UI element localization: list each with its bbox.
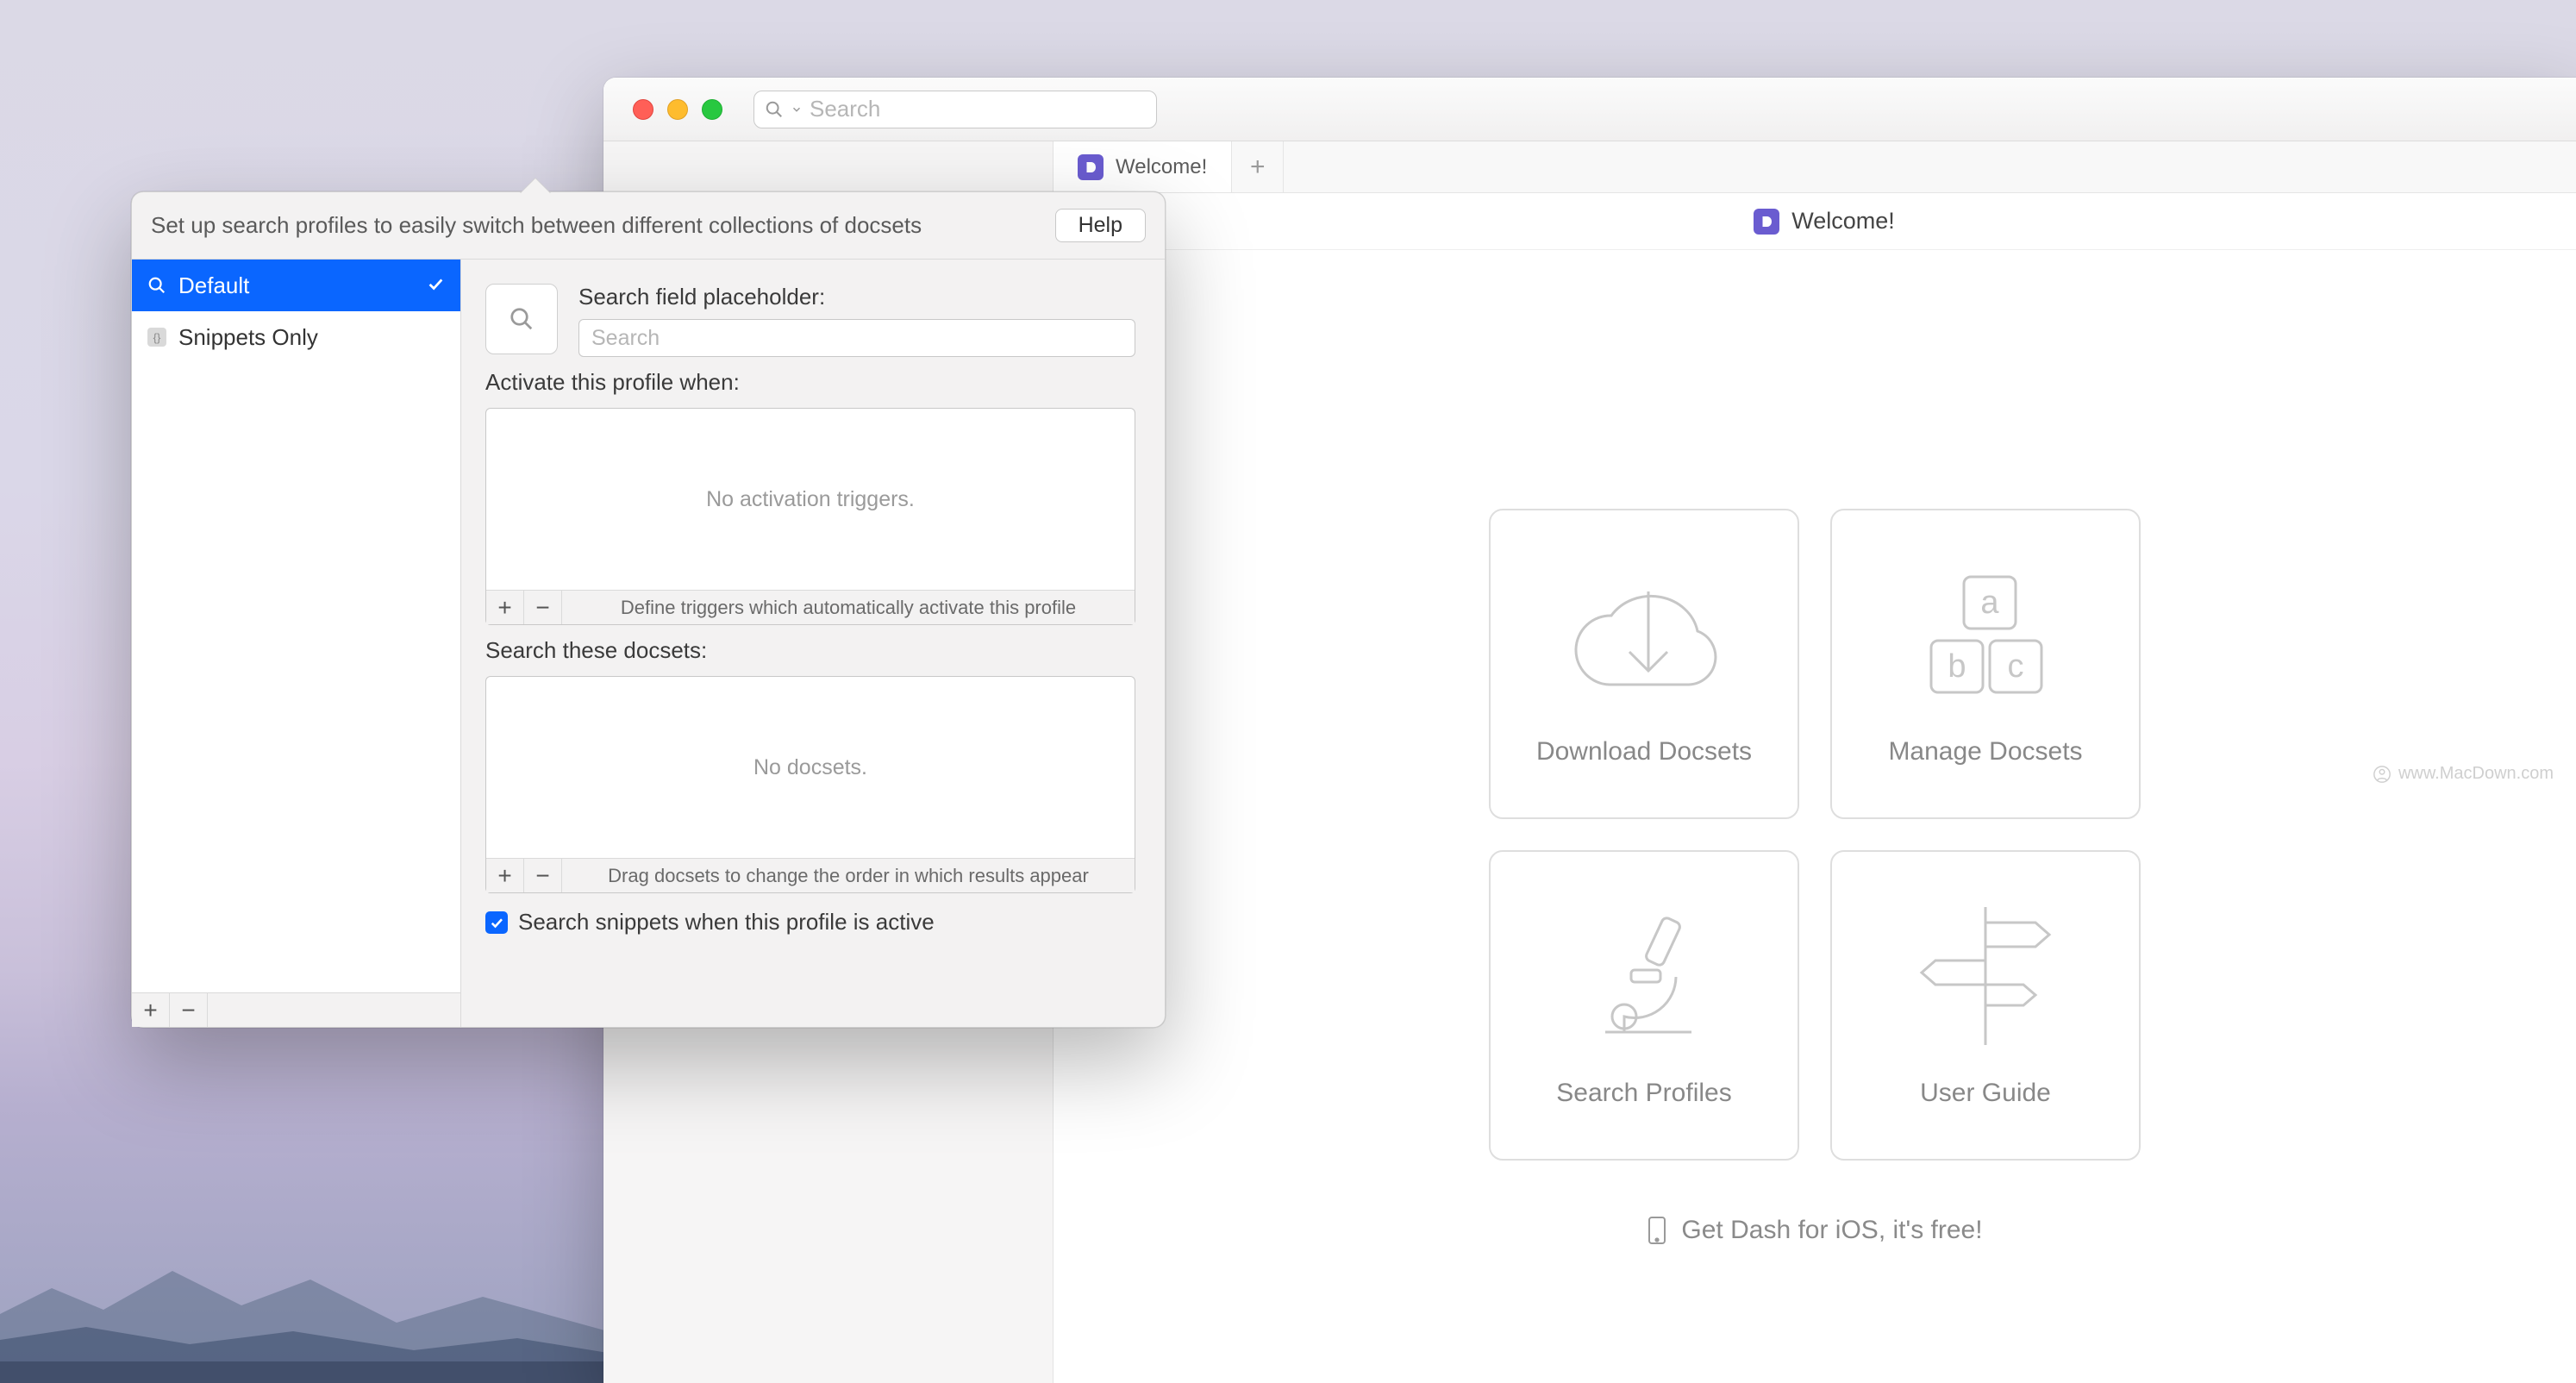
popover-description: Set up search profiles to easily switch … (151, 212, 922, 239)
nav-row: Welcome! (1054, 193, 2576, 250)
card-search-profiles[interactable]: Search Profiles (1489, 850, 1799, 1161)
profile-item-default[interactable]: Default (132, 260, 460, 311)
docsets-list: No docsets. + − Drag docsets to change t… (485, 676, 1135, 893)
profile-list: Default {} Snippets Only + − (132, 260, 461, 1027)
card-manage-docsets[interactable]: a b c Manage Docsets (1830, 509, 2141, 819)
profile-item-label: Default (178, 272, 249, 299)
profile-item-snippets[interactable]: {} Snippets Only (132, 311, 460, 363)
card-label: Download Docsets (1536, 737, 1752, 767)
tab-bar: Welcome! + (1054, 141, 2576, 193)
welcome-cards-grid: Download Docsets a b c (1489, 509, 2141, 1245)
page-title-text: Welcome! (1791, 208, 1895, 235)
microscope-icon (1571, 903, 1717, 1049)
profile-list-footer: + − (132, 992, 460, 1027)
activation-triggers-list: No activation triggers. + − Define trigg… (485, 408, 1135, 625)
new-tab-button[interactable]: + (1232, 141, 1284, 192)
dash-app-icon (1078, 154, 1104, 180)
add-profile-button[interactable]: + (132, 993, 170, 1027)
profile-item-label: Snippets Only (178, 324, 318, 351)
docsets-hint: Drag docsets to change the order in whic… (562, 859, 1135, 892)
ios-download-link[interactable]: Get Dash for iOS, it's free! (1489, 1216, 2141, 1245)
search-icon (509, 306, 535, 332)
signpost-icon (1904, 903, 2067, 1049)
profile-detail: Search field placeholder: Activate this … (461, 260, 1165, 1027)
phone-icon (1647, 1216, 1667, 1245)
content-area: Welcome! + Welcome! (1054, 141, 2576, 1383)
activate-label: Activate this profile when: (485, 369, 1135, 396)
tab-label: Welcome! (1116, 155, 1207, 179)
wallpaper-mountains (0, 1159, 608, 1383)
search-input[interactable] (810, 96, 1146, 122)
add-trigger-button[interactable]: + (486, 591, 524, 624)
card-label: User Guide (1920, 1079, 2051, 1108)
close-window-button[interactable] (633, 99, 653, 120)
svg-text:c: c (2008, 648, 2024, 685)
search-icon (147, 276, 166, 295)
card-label: Search Profiles (1556, 1079, 1731, 1108)
svg-text:a: a (1980, 585, 1999, 621)
card-label: Manage Docsets (1888, 737, 2082, 767)
profile-icon-well[interactable] (485, 284, 558, 354)
dash-app-icon (1754, 209, 1779, 235)
tab-welcome[interactable]: Welcome! (1054, 141, 1232, 192)
docsets-empty-text: No docsets. (486, 677, 1135, 858)
snippets-icon: {} (147, 328, 166, 347)
snippets-checkbox-label: Search snippets when this profile is act… (518, 909, 935, 936)
docsets-label: Search these docsets: (485, 637, 1135, 664)
placeholder-label: Search field placeholder: (578, 284, 1135, 310)
remove-docset-button[interactable]: − (524, 859, 562, 892)
zoom-window-button[interactable] (702, 99, 722, 120)
traffic-lights (603, 99, 722, 120)
search-profiles-popover: Set up search profiles to easily switch … (131, 191, 1166, 1028)
search-field[interactable] (753, 91, 1157, 128)
placeholder-input[interactable] (578, 319, 1135, 357)
cloud-download-icon (1562, 561, 1726, 708)
blocks-abc-icon: a b c (1904, 561, 2067, 708)
ios-link-text: Get Dash for iOS, it's free! (1681, 1216, 1982, 1245)
card-download-docsets[interactable]: Download Docsets (1489, 509, 1799, 819)
page-title: Welcome! (1148, 208, 2500, 235)
activation-empty-text: No activation triggers. (486, 409, 1135, 590)
svg-text:b: b (1948, 648, 1966, 685)
popover-header: Set up search profiles to easily switch … (132, 192, 1165, 260)
snippets-checkbox-row[interactable]: Search snippets when this profile is act… (485, 909, 1135, 936)
help-button[interactable]: Help (1055, 209, 1146, 242)
watermark: www.MacDown.com (2373, 764, 2554, 784)
minimize-window-button[interactable] (667, 99, 688, 120)
add-docset-button[interactable]: + (486, 859, 524, 892)
card-user-guide[interactable]: User Guide (1830, 850, 2141, 1161)
checkbox-checked-icon[interactable] (485, 911, 508, 934)
check-icon (426, 272, 445, 299)
activation-hint: Define triggers which automatically acti… (562, 591, 1135, 624)
titlebar (603, 78, 2576, 141)
remove-trigger-button[interactable]: − (524, 591, 562, 624)
search-icon (765, 100, 784, 119)
remove-profile-button[interactable]: − (170, 993, 208, 1027)
chevron-down-icon[interactable] (791, 103, 803, 116)
